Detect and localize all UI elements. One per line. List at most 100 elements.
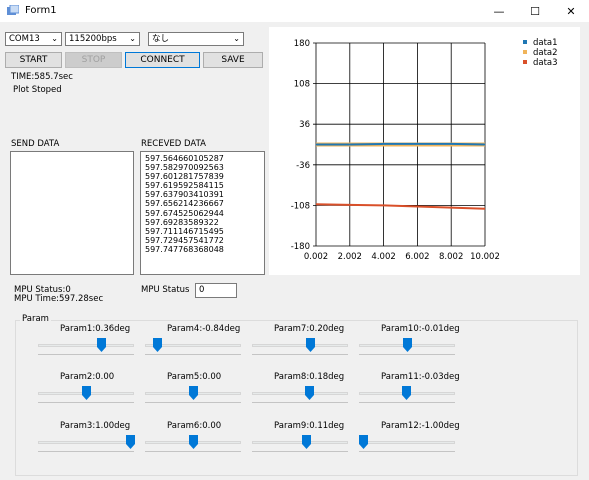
received-line: 597.747768368048 — [145, 244, 224, 254]
slider-thumb[interactable] — [189, 386, 198, 400]
param-slider[interactable] — [145, 386, 241, 403]
received-line: 597.582970092563 — [145, 163, 224, 173]
chevron-down-icon: ⌄ — [233, 34, 240, 43]
x-tick-label: 10.002 — [470, 252, 500, 262]
received-line: 597.637903410391 — [145, 190, 224, 200]
plot-status-label: Plot Stoped — [13, 85, 62, 95]
slider-thumb[interactable] — [358, 435, 368, 449]
y-tick-label: 36 — [299, 120, 310, 130]
param-slider[interactable] — [252, 435, 348, 452]
window-title: Form1 — [25, 5, 57, 16]
baud-select[interactable]: 115200bps ⌄ — [65, 32, 140, 46]
received-lines: 597.564660105287 597.582970092563 597.6012… — [145, 154, 264, 254]
port-value: COM13 — [9, 34, 40, 44]
param-label: Param7:0.20deg — [274, 324, 345, 334]
maximize-button[interactable]: ☐ — [517, 0, 553, 22]
received-data-textbox[interactable]: 597.564660105287 597.582970092563 597.6012… — [140, 151, 265, 275]
param-slider[interactable] — [252, 338, 348, 355]
minimize-button[interactable]: — — [481, 0, 517, 22]
slider-ticks — [145, 451, 241, 454]
app-icon — [7, 5, 19, 15]
mpu-status-label: MPU Status — [141, 285, 190, 295]
received-line: 597.711146715495 — [145, 226, 224, 236]
param-label: Param2:0.00 — [60, 372, 115, 382]
legend-label-data2: data2 — [533, 48, 558, 58]
param-slider[interactable] — [359, 338, 455, 355]
legend-marker-data1 — [523, 40, 527, 44]
received-data-label: RECEVED DATA — [141, 139, 206, 149]
slider-ticks — [359, 402, 455, 405]
series-line-data3 — [315, 203, 486, 210]
param-slider[interactable] — [358, 435, 455, 452]
slider-ticks — [252, 402, 348, 405]
mode-value: なし — [152, 34, 170, 44]
x-tick-label: 0.002 — [304, 252, 328, 262]
slider-ticks — [38, 451, 134, 454]
param-slider[interactable] — [145, 435, 241, 452]
chart-panel: 0.002 2.002 4.002 6.002 8.002 10.002 180 108 36 -… — [269, 27, 580, 275]
slider-thumb[interactable] — [152, 338, 162, 352]
mpu-status-input[interactable]: 0 — [195, 283, 237, 298]
slider-thumb[interactable] — [126, 435, 136, 449]
param-slider[interactable] — [359, 386, 455, 403]
slider-thumb[interactable] — [82, 386, 91, 400]
start-button[interactable]: START — [5, 52, 62, 68]
y-tick-label: 108 — [294, 80, 310, 90]
param-label: Param9:0.11deg — [274, 421, 345, 431]
param-label: Param10:-0.01deg — [381, 324, 460, 334]
chevron-down-icon: ⌄ — [51, 34, 58, 43]
slider-thumb[interactable] — [402, 386, 412, 400]
y-tick-label: 180 — [294, 39, 310, 49]
x-tick-label: 8.002 — [439, 252, 463, 262]
received-line: 597.619592584115 — [145, 181, 224, 191]
time-label: TIME:585.7sec — [11, 72, 73, 82]
param-slider[interactable] — [38, 386, 134, 403]
param-slider[interactable] — [252, 386, 348, 403]
param-label: Param12:-1.00deg — [381, 421, 460, 431]
mpu-time-text: MPU Time:597.28sec — [14, 294, 104, 304]
slider-track — [359, 441, 455, 444]
mode-select[interactable]: なし ⌄ — [148, 32, 244, 46]
slider-track — [38, 441, 134, 444]
stop-button[interactable]: STOP — [65, 52, 122, 68]
slider-ticks — [38, 354, 134, 357]
slider-ticks — [145, 402, 241, 405]
slider-thumb[interactable] — [97, 338, 107, 352]
x-tick-label: 6.002 — [405, 252, 429, 262]
legend-label-data1: data1 — [533, 38, 558, 48]
port-select[interactable]: COM13 ⌄ — [5, 32, 62, 46]
baud-value: 115200bps — [69, 34, 117, 44]
param-label: Param1:0.36deg — [60, 324, 131, 334]
connect-button[interactable]: CONNECT — [125, 52, 200, 68]
slider-thumb[interactable] — [304, 386, 314, 400]
slider-track — [252, 441, 348, 444]
slider-track — [38, 344, 134, 347]
received-line: 597.729457541772 — [145, 235, 224, 245]
param-label: Param5:0.00 — [167, 372, 222, 382]
param-slider[interactable] — [38, 338, 134, 355]
param-slider[interactable] — [38, 435, 136, 452]
slider-thumb[interactable] — [301, 435, 311, 449]
slider-ticks — [145, 354, 241, 357]
received-line: 597.674525062944 — [145, 208, 224, 218]
close-button[interactable]: ✕ — [553, 0, 589, 22]
param-label: Param4:-0.84deg — [167, 324, 241, 334]
x-tick-label: 2.002 — [338, 252, 362, 262]
slider-thumb[interactable] — [403, 338, 412, 352]
slider-thumb[interactable] — [189, 435, 198, 449]
param-slider[interactable] — [145, 338, 241, 355]
param-label: Param3:1.00deg — [60, 421, 131, 431]
param-group-title: Param — [20, 314, 51, 324]
legend-marker-data2 — [523, 50, 527, 54]
received-line: 597.601281757839 — [145, 172, 224, 182]
line-chart: 0.002 2.002 4.002 6.002 8.002 10.002 180 108 36 -… — [291, 38, 558, 262]
slider-ticks — [252, 354, 348, 357]
received-line: 597.564660105287 — [145, 154, 224, 163]
slider-ticks — [359, 451, 455, 454]
send-data-textbox[interactable] — [10, 151, 134, 275]
param-label: Param8:0.18deg — [274, 372, 345, 382]
save-button[interactable]: SAVE — [203, 52, 263, 68]
slider-thumb[interactable] — [305, 338, 315, 352]
chevron-down-icon: ⌄ — [129, 34, 136, 43]
slider-ticks — [252, 451, 348, 454]
